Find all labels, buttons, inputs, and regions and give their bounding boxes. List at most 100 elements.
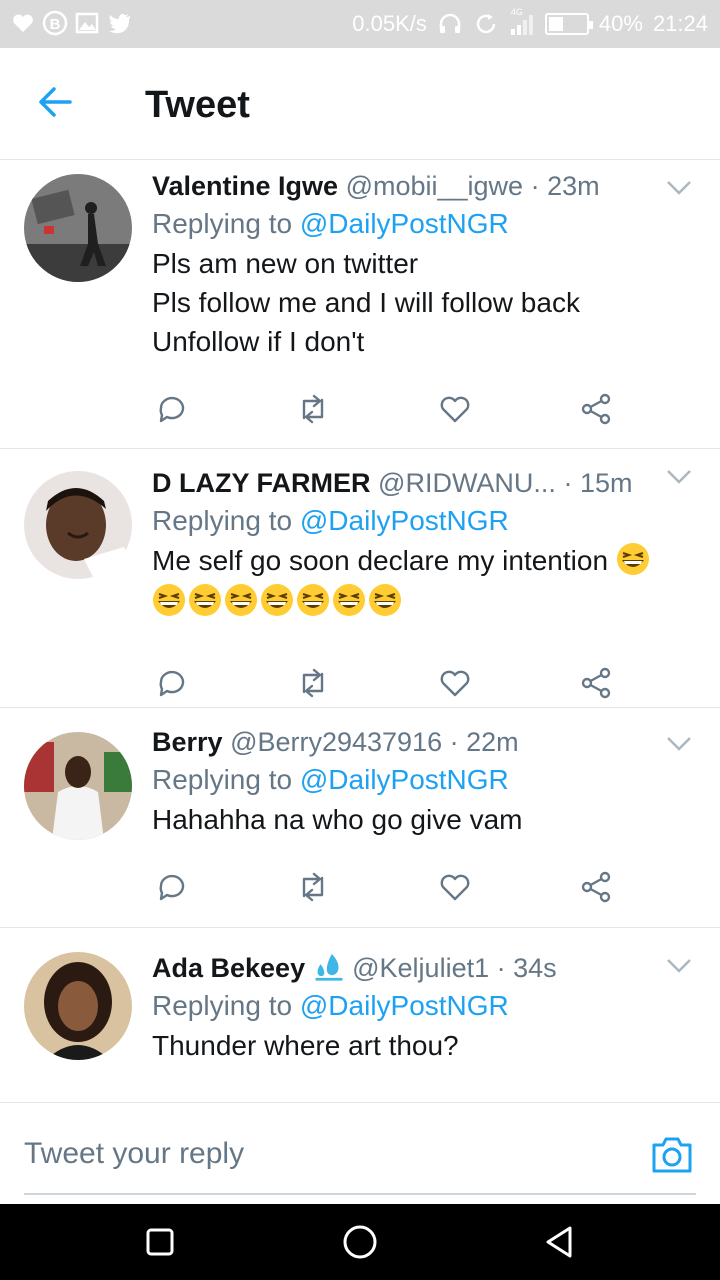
recents-button[interactable] xyxy=(140,1222,180,1262)
home-button[interactable] xyxy=(340,1222,380,1262)
gallery-notification-icon xyxy=(75,12,99,34)
heart-notification-icon xyxy=(13,14,33,32)
author-name[interactable]: Berry xyxy=(152,727,223,757)
replying-mention[interactable]: @DailyPostNGR xyxy=(300,208,509,239)
share-icon[interactable] xyxy=(579,666,613,700)
tweet-text-line: Pls follow me and I will follow back xyxy=(152,287,580,318)
replying-label: Replying to xyxy=(152,208,293,239)
droplet-icon xyxy=(314,953,343,981)
replying-label: Replying to xyxy=(152,764,293,795)
chevron-down-icon[interactable] xyxy=(666,469,692,485)
replying-line: Replying to @DailyPostNGR xyxy=(152,501,690,541)
replying-line: Replying to @DailyPostNGR xyxy=(152,986,690,1026)
system-nav-bar xyxy=(0,1204,720,1280)
avatar-image xyxy=(24,732,132,840)
tweet-actions xyxy=(155,666,615,700)
camera-icon[interactable] xyxy=(650,1135,694,1175)
grinning-squinting-face-icon xyxy=(153,584,185,616)
tweet-header: Berry @Berry29437916 · 22m xyxy=(152,724,690,760)
tweet-text-line: Hahahha na who go give vam xyxy=(152,804,523,835)
battery-level: 40% xyxy=(598,11,643,36)
retweet-icon[interactable] xyxy=(296,392,330,426)
author-handle[interactable]: @mobii__igwe xyxy=(346,171,524,201)
replying-label: Replying to xyxy=(152,505,293,536)
tweet-text-line: Me self go soon declare my intention xyxy=(152,541,690,580)
tweet-text-line: Pls am new on twitter xyxy=(152,248,419,279)
reply-icon[interactable] xyxy=(155,392,189,426)
grinning-squinting-face-icon xyxy=(369,584,401,616)
like-icon[interactable] xyxy=(438,666,472,700)
emoji-row xyxy=(152,582,690,621)
status-bar: B 0.05K/s 4G 40% 21:24 xyxy=(0,0,720,48)
retweet-icon[interactable] xyxy=(296,666,330,700)
avatar-image xyxy=(24,471,132,579)
tweet-text-line: Thunder where art thou? xyxy=(152,1030,459,1061)
author-handle[interactable]: @Keljuliet1 xyxy=(352,953,489,983)
tweet-actions xyxy=(155,392,615,426)
arrow-left-icon[interactable] xyxy=(34,80,78,124)
twitter-notification-icon xyxy=(109,14,130,34)
like-icon[interactable] xyxy=(438,392,472,426)
clock: 21:24 xyxy=(652,11,708,36)
tweet-time: · 23m xyxy=(530,171,600,201)
grinning-squinting-face-icon xyxy=(333,584,365,616)
network-type: 4G xyxy=(510,7,523,17)
tweet-text: Thunder where art thou? xyxy=(152,1026,690,1065)
signal-indicator: 4G xyxy=(509,7,535,37)
chevron-down-icon[interactable] xyxy=(666,958,692,974)
author-name[interactable]: Valentine Igwe xyxy=(152,171,338,201)
tweet-list[interactable]: Valentine Igwe @mobii__igwe · 23m Replyi… xyxy=(0,160,720,1102)
status-system-icons: 0.05K/s 4G 40% 21:24 xyxy=(352,7,708,37)
status-notification-icons: B xyxy=(10,10,132,36)
tweet-text: Hahahha na who go give vam xyxy=(152,800,690,839)
replying-mention[interactable]: @DailyPostNGR xyxy=(300,764,509,795)
tweet-text: Me self go soon declare my intention xyxy=(152,541,690,621)
tweet-time: · 34s xyxy=(496,953,557,983)
share-icon[interactable] xyxy=(579,392,613,426)
battery-icon xyxy=(544,13,593,35)
author-name[interactable]: D LAZY FARMER xyxy=(152,468,371,498)
battery-fill xyxy=(548,17,563,31)
avatar[interactable] xyxy=(24,952,132,1060)
reply-icon[interactable] xyxy=(155,666,189,700)
author-handle[interactable]: @Berry29437916 xyxy=(230,727,442,757)
reply-input[interactable] xyxy=(24,1129,624,1179)
chevron-down-icon[interactable] xyxy=(666,180,692,196)
app-header: Tweet xyxy=(0,48,720,160)
tweet-item[interactable]: Berry @Berry29437916 · 22m Replying to @… xyxy=(0,708,720,928)
headphones-icon xyxy=(439,13,461,33)
tweet-time: · 15m xyxy=(563,468,633,498)
tweet-time: · 22m xyxy=(449,727,519,757)
tweet-text-content: Me self go soon declare my intention xyxy=(152,545,609,576)
replying-mention[interactable]: @DailyPostNGR xyxy=(300,990,509,1021)
reply-icon[interactable] xyxy=(155,870,189,904)
tweet-text: Pls am new on twitter Pls follow me and … xyxy=(152,244,690,361)
tweet-actions xyxy=(155,870,615,904)
grinning-squinting-face-icon xyxy=(189,584,221,616)
avatar-image xyxy=(24,952,132,1060)
reply-bar xyxy=(0,1102,720,1204)
grinning-squinting-face-icon xyxy=(297,584,329,616)
bitcoin-notification-icon: B xyxy=(42,10,68,36)
tweet-item[interactable]: Ada Bekeey @Keljuliet1 · 34s Replying to… xyxy=(0,928,720,1102)
replying-mention[interactable]: @DailyPostNGR xyxy=(300,505,509,536)
tweet-item[interactable]: Valentine Igwe @mobii__igwe · 23m Replyi… xyxy=(0,160,720,449)
share-icon[interactable] xyxy=(579,870,613,904)
tweet-item[interactable]: D LAZY FARMER @RIDWANU... · 15m Replying… xyxy=(0,449,720,708)
avatar[interactable] xyxy=(24,471,132,579)
retweet-icon[interactable] xyxy=(296,870,330,904)
chevron-down-icon[interactable] xyxy=(666,736,692,752)
grinning-squinting-face-icon xyxy=(225,584,257,616)
reply-underline xyxy=(24,1193,696,1195)
avatar[interactable] xyxy=(24,174,132,282)
page-title: Tweet xyxy=(145,84,250,126)
grinning-squinting-face-icon xyxy=(616,543,649,575)
author-name[interactable]: Ada Bekeey xyxy=(152,953,305,983)
back-button[interactable] xyxy=(540,1222,580,1262)
tweet-header: D LAZY FARMER @RIDWANU... · 15m xyxy=(152,465,690,501)
avatar[interactable] xyxy=(24,732,132,840)
like-icon[interactable] xyxy=(438,870,472,904)
author-handle[interactable]: @RIDWANU... xyxy=(378,468,556,498)
replying-line: Replying to @DailyPostNGR xyxy=(152,204,690,244)
emoji-slot xyxy=(616,543,652,576)
